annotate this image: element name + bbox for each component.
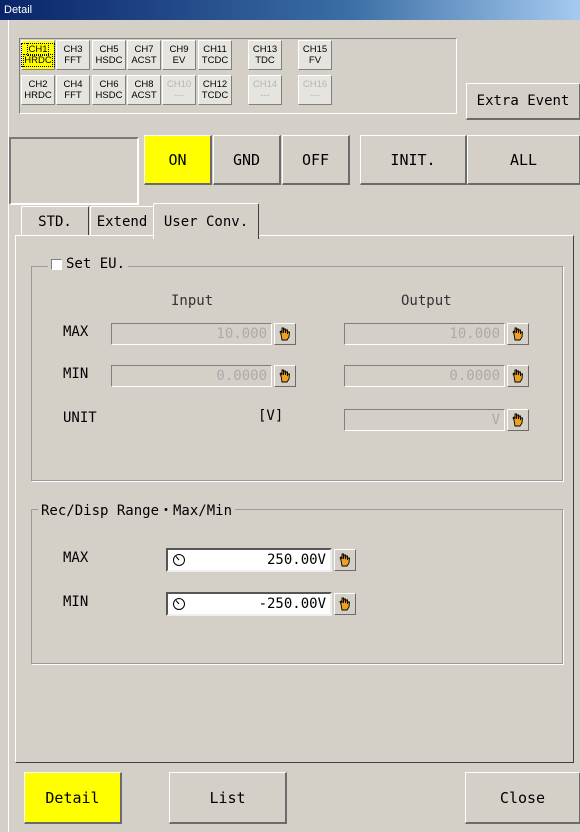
hand-icon[interactable] bbox=[334, 593, 356, 615]
input-unit-value: [V] bbox=[258, 408, 284, 424]
detail-button[interactable]: Detail bbox=[24, 772, 122, 824]
off-button[interactable]: OFF bbox=[282, 135, 350, 185]
window-titlebar: Detail bbox=[0, 0, 580, 20]
extra-event-button[interactable]: Extra Event bbox=[466, 83, 580, 120]
channel-button[interactable]: CH7 ACST bbox=[127, 40, 161, 70]
range-min-field[interactable]: -250.00V bbox=[166, 592, 332, 616]
tab-user-conv[interactable]: User Conv. bbox=[153, 203, 259, 239]
range-max-value: 250.00V bbox=[266, 552, 326, 568]
channel-selector: CH1 HRDC CH3 FFT CH5 HSDC CH7 ACST CH9 EV CH1… bbox=[19, 38, 457, 114]
channel-button[interactable]: CH9 EV bbox=[162, 40, 196, 70]
dial-icon bbox=[173, 598, 185, 610]
eu-max-label: MAX bbox=[63, 324, 89, 340]
list-button[interactable]: List bbox=[169, 772, 287, 824]
detail-window: CH1 HRDC CH3 FFT CH5 HSDC CH7 ACST CH9 EV CH1… bbox=[8, 20, 580, 832]
output-min-field[interactable]: 0.0000 bbox=[344, 365, 505, 387]
channel-button[interactable]: CH3 FFT bbox=[56, 40, 90, 70]
range-legend: Rec/Disp Range・Max/Min bbox=[38, 500, 236, 520]
gnd-button[interactable]: GND bbox=[213, 135, 281, 185]
channel-button[interactable]: CH8 ACST bbox=[127, 75, 161, 105]
eu-unit-label: UNIT bbox=[63, 410, 97, 426]
init-button[interactable]: INIT. bbox=[360, 135, 467, 185]
channel-button[interactable]: CH4 FFT bbox=[56, 75, 90, 105]
set-eu-label: Set EU. bbox=[66, 256, 126, 272]
all-button[interactable]: ALL bbox=[467, 135, 580, 185]
range-min-label: MIN bbox=[63, 594, 89, 610]
range-group bbox=[31, 509, 563, 664]
hand-icon[interactable] bbox=[507, 323, 529, 345]
hand-icon[interactable] bbox=[507, 365, 529, 387]
channel-button[interactable]: CH13 TDC bbox=[248, 40, 282, 70]
dial-icon bbox=[173, 554, 185, 566]
hand-icon[interactable] bbox=[507, 409, 529, 431]
channel-button[interactable]: CH2 HRDC bbox=[21, 75, 55, 105]
tab-extend[interactable]: Extend bbox=[90, 206, 154, 236]
hand-icon[interactable] bbox=[274, 323, 296, 345]
range-max-label: MAX bbox=[63, 550, 89, 566]
close-button[interactable]: Close bbox=[465, 772, 580, 824]
hand-icon[interactable] bbox=[274, 365, 296, 387]
hand-icon[interactable] bbox=[334, 549, 356, 571]
user-conv-panel: Set EU. Input Output MAX 10.000 10.000 M… bbox=[15, 235, 574, 763]
channel-button[interactable]: CH16 --- bbox=[298, 75, 332, 105]
set-eu-legend: Set EU. bbox=[48, 256, 129, 272]
input-max-field[interactable]: 10.000 bbox=[111, 323, 272, 345]
channel-button[interactable]: CH10 --- bbox=[162, 75, 196, 105]
channel-button[interactable]: CH11 TCDC bbox=[198, 40, 232, 70]
range-min-value: -250.00V bbox=[258, 596, 326, 612]
eu-min-label: MIN bbox=[63, 366, 89, 382]
range-max-field[interactable]: 250.00V bbox=[166, 548, 332, 572]
channel-button[interactable]: CH15 FV bbox=[298, 40, 332, 70]
on-button[interactable]: ON bbox=[144, 135, 212, 185]
channel-button[interactable]: CH5 HSDC bbox=[92, 40, 126, 70]
set-eu-checkbox[interactable] bbox=[51, 258, 62, 270]
input-header: Input bbox=[171, 293, 214, 309]
channel-button[interactable]: CH6 HSDC bbox=[92, 75, 126, 105]
channel-button[interactable]: CH14 --- bbox=[248, 75, 282, 105]
output-header: Output bbox=[401, 293, 452, 309]
tab-std[interactable]: STD. bbox=[21, 206, 89, 236]
window-title: Detail bbox=[4, 4, 33, 16]
channel-button[interactable]: CH12 TCDC bbox=[198, 75, 232, 105]
output-unit-field[interactable]: V bbox=[344, 409, 505, 431]
output-max-field[interactable]: 10.000 bbox=[344, 323, 505, 345]
channel-button[interactable]: CH1 HRDC bbox=[21, 40, 55, 70]
input-min-field[interactable]: 0.0000 bbox=[111, 365, 272, 387]
channel-status-display bbox=[9, 137, 139, 205]
